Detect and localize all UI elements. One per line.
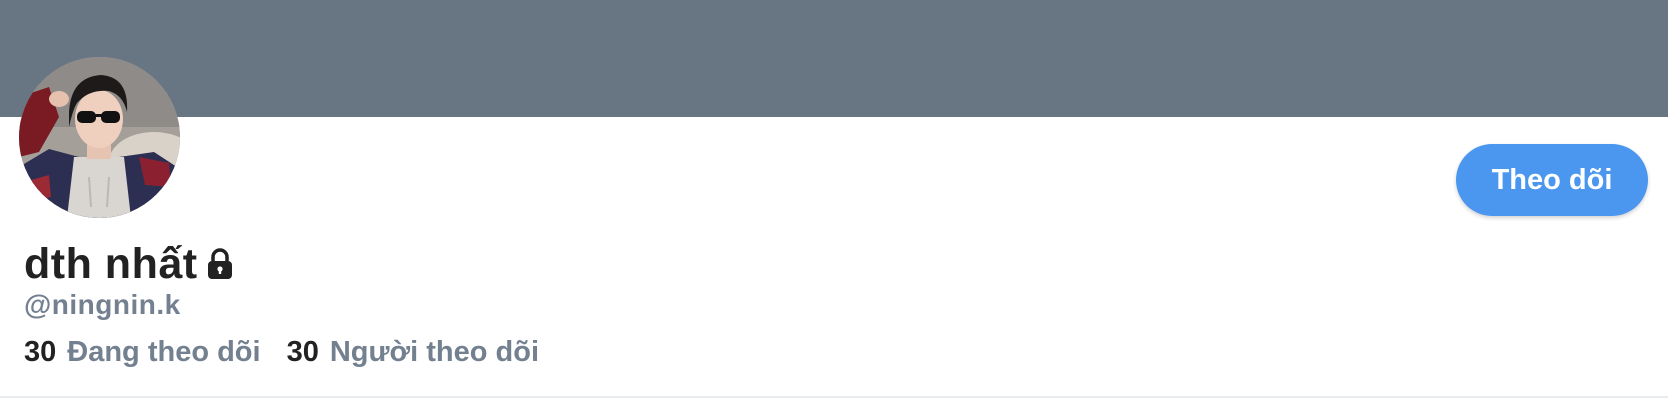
followers-label: Người theo dõi [329,336,540,368]
divider [0,396,1668,398]
profile-header: Theo dõi dth nhất @ningnin.k 30 Đang the… [0,0,1668,412]
follow-button[interactable]: Theo dõi [1456,144,1648,216]
profile-stats: 30 Đang theo dõi 30 Người theo dõi [24,336,539,369]
followers-stat[interactable]: 30 Người theo dõi [287,336,539,369]
followers-count: 30 [286,336,319,368]
lock-icon [204,247,236,281]
name-row: dth nhất [24,236,236,292]
display-name: dth nhất [24,239,198,288]
following-count: 30 [24,336,57,368]
avatar-image [19,57,180,218]
following-stat[interactable]: 30 Đang theo dõi [24,336,261,369]
profile-banner [0,0,1668,117]
following-label: Đang theo dõi [67,336,261,368]
user-handle: @ningnin.k [24,289,181,320]
avatar[interactable] [19,57,180,218]
